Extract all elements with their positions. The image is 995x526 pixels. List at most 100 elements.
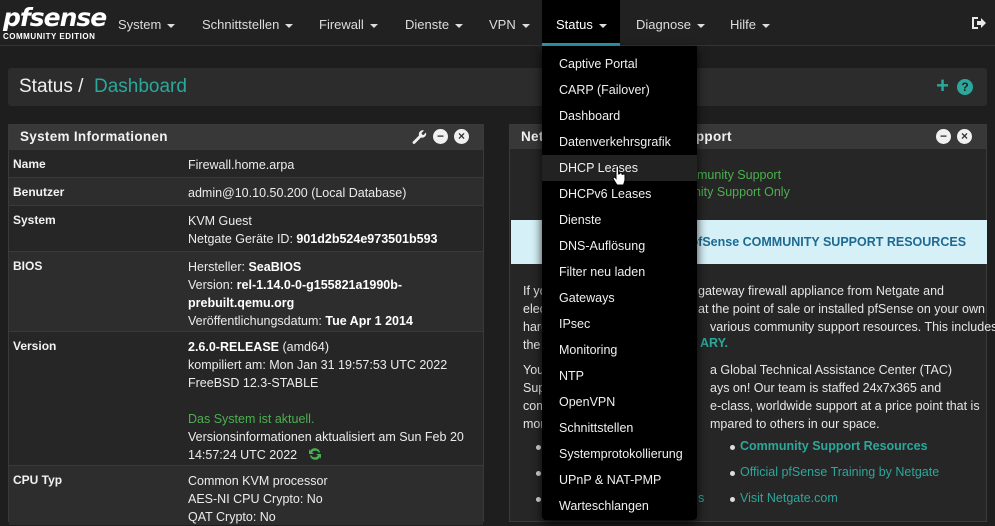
row-label: CPU Typ (13, 473, 63, 487)
link-training[interactable]: Official pfSense Training by Netgate (740, 465, 939, 479)
breadcrumb: Status / Dashboard + ? (8, 68, 987, 106)
nav-label: System (118, 17, 162, 32)
bullet (536, 471, 541, 476)
row-label: BIOS (13, 259, 43, 273)
bullet (536, 445, 541, 450)
breadcrumb-page[interactable]: Dashboard (94, 76, 187, 98)
nav-schnittstellen[interactable]: Schnittstellen (188, 0, 307, 46)
update-status: Das System ist aktuell. (188, 412, 315, 426)
row-value: KVM Guest Netgate Geräte ID: 901d2b524e9… (188, 214, 438, 246)
pfsense-logo[interactable]: pfsense COMMUNITY EDITION (3, 3, 107, 45)
menu-item-openvpn[interactable]: OpenVPN (542, 389, 697, 415)
row-label: Version (13, 339, 57, 353)
support-text: You (523, 363, 545, 377)
nav-diagnose[interactable]: Diagnose (622, 0, 719, 46)
breadcrumb-section: Status / (19, 76, 84, 97)
menu-item-dashboard[interactable]: Dashboard (542, 103, 697, 129)
menu-item-upnp[interactable]: UPnP & NAT-PMP (542, 467, 697, 493)
row-cpu: CPU Typ Common KVM processor AES-NI CPU … (9, 465, 483, 525)
link-partial[interactable]: s (698, 491, 704, 505)
menu-item-interfaces[interactable]: Schnittstellen (542, 415, 697, 441)
menu-item-carp[interactable]: CARP (Failover) (542, 77, 697, 103)
brand-name: pfsense (3, 3, 107, 32)
row-label: Benutzer (13, 185, 65, 199)
row-label: Name (13, 157, 46, 171)
support-text: gateway firewall appliance from Netgate … (698, 284, 944, 298)
menu-item-traffic-graph[interactable]: Datenverkehrsgrafik (542, 129, 697, 155)
minimize-icon[interactable]: − (433, 129, 448, 144)
row-label: System (13, 213, 56, 227)
system-info-panel: System Informationen − × Name Firewall.h… (8, 124, 484, 525)
help-icon[interactable]: ? (957, 79, 973, 95)
top-navbar: pfsense COMMUNITY EDITION System Schnitt… (0, 0, 995, 46)
minimize-icon[interactable]: − (936, 129, 951, 144)
nav-vpn[interactable]: VPN (475, 0, 544, 46)
nav-label: Firewall (319, 17, 364, 32)
row-value: Firewall.home.arpa (188, 158, 295, 172)
menu-item-queues[interactable]: Warteschlangen (542, 493, 697, 519)
row-system: System KVM Guest Netgate Geräte ID: 901d… (9, 205, 483, 251)
support-text: various community support resources. Thi… (710, 320, 995, 334)
caret-down-icon (285, 23, 294, 28)
row-value: Hersteller: SeaBIOS Version: rel-1.14.0-… (188, 260, 413, 328)
menu-item-monitoring[interactable]: Monitoring (542, 337, 697, 363)
support-text: ays on! Our team is staffed 24x7x365 and (710, 381, 942, 395)
refresh-icon[interactable] (307, 446, 323, 462)
wrench-icon[interactable] (412, 129, 428, 145)
nav-label: VPN (489, 17, 516, 32)
support-link-community-only[interactable]: unity Support Only (687, 185, 790, 199)
row-user: Benutzer admin@10.10.50.200 (Local Datab… (9, 177, 483, 205)
menu-item-system-logs[interactable]: Systemprotokollierung (542, 441, 697, 467)
nav-label: Hilfe (730, 17, 757, 32)
add-widget-icon[interactable]: + (936, 75, 949, 97)
nav-status[interactable]: Status (542, 0, 620, 46)
row-version: Version 2.6.0-RELEASE (amd64) kompiliert… (9, 331, 483, 465)
support-link-library[interactable]: ARY. (700, 336, 728, 350)
bullet (730, 445, 735, 450)
logout-icon[interactable] (970, 15, 986, 31)
caret-down-icon (696, 23, 705, 28)
menu-item-captive-portal[interactable]: Captive Portal (542, 51, 697, 77)
row-value: admin@10.10.50.200 (Local Database) (188, 186, 407, 200)
support-text: at the point of sale or installed pfSens… (698, 302, 985, 316)
caret-down-icon (167, 23, 176, 28)
support-link-community[interactable]: munity Support (697, 168, 781, 182)
support-text: mpared to others in our space. (710, 417, 880, 431)
caret-down-icon (369, 23, 378, 28)
row-name: Name Firewall.home.arpa (9, 149, 483, 177)
menu-item-dns-resolver[interactable]: DNS-Auflösung (542, 233, 697, 259)
bullet (536, 497, 541, 502)
row-bios: BIOS Hersteller: SeaBIOS Version: rel-1.… (9, 251, 483, 331)
caret-down-icon (762, 23, 771, 28)
row-value: Common KVM processor AES-NI CPU Crypto: … (188, 474, 328, 524)
support-text: the (523, 338, 541, 352)
menu-item-gateways[interactable]: Gateways (542, 285, 697, 311)
hand-cursor-icon (612, 166, 626, 186)
status-dropdown-menu: Captive Portal CARP (Failover) Dashboard… (542, 46, 697, 520)
caret-down-icon (455, 23, 464, 28)
close-icon[interactable]: × (454, 129, 469, 144)
bullet (730, 497, 735, 502)
nav-hilfe[interactable]: Hilfe (716, 0, 784, 46)
support-text: e-class, worldwide support at a price po… (710, 399, 980, 413)
caret-down-icon (521, 23, 530, 28)
caret-down-icon (598, 23, 607, 28)
link-netgate[interactable]: Visit Netgate.com (740, 491, 838, 505)
menu-item-ipsec[interactable]: IPsec (542, 311, 697, 337)
nav-system[interactable]: System (104, 0, 189, 46)
nav-label: Diagnose (636, 17, 691, 32)
close-icon[interactable]: × (957, 129, 972, 144)
menu-item-ntp[interactable]: NTP (542, 363, 697, 389)
nav-label: Dienste (405, 17, 450, 32)
link-community-resources[interactable]: Community Support Resources (740, 439, 928, 453)
menu-item-filter-reload[interactable]: Filter neu laden (542, 259, 697, 285)
nav-dienste[interactable]: Dienste (391, 0, 477, 46)
nav-label: Status (556, 17, 593, 32)
bullet (730, 471, 735, 476)
support-text: a Global Technical Assistance Center (TA… (710, 363, 953, 377)
nav-firewall[interactable]: Firewall (305, 0, 392, 46)
nav-label: Schnittstellen (202, 17, 280, 32)
brand-edition: COMMUNITY EDITION (3, 32, 96, 41)
row-value: 2.6.0-RELEASE (amd64) kompiliert am: Mon… (188, 340, 464, 462)
menu-item-services[interactable]: Dienste (542, 207, 697, 233)
